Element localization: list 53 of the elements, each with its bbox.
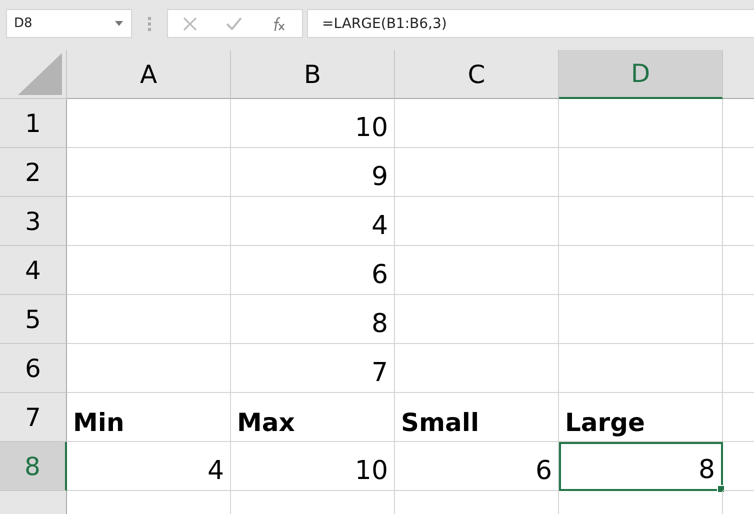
table-cell[interactable] [395,295,559,344]
cancel-icon[interactable] [182,16,197,30]
row-header[interactable]: 4 [0,246,67,295]
table-cell[interactable]: 9 [231,148,395,197]
table-cell[interactable]: Max [231,393,395,442]
row-header[interactable]: 8 [0,442,67,491]
table-cell[interactable] [395,344,559,393]
table-cell[interactable]: Small [395,393,559,442]
table-cell[interactable]: 4 [231,197,395,246]
table-cell[interactable]: 6 [395,442,559,491]
table-cell[interactable] [67,246,231,295]
table-cell[interactable] [559,295,723,344]
column-header[interactable]: B [231,50,395,99]
select-all-icon[interactable] [18,53,62,95]
row-header[interactable]: 2 [0,148,67,197]
table-cell[interactable]: 4 [67,442,231,491]
table-cell[interactable] [395,197,559,246]
row-header[interactable]: 7 [0,393,67,442]
column-header[interactable] [723,50,754,99]
table-cell[interactable] [67,197,231,246]
function-icon[interactable] [271,16,288,32]
table-cell[interactable]: 10 [231,442,395,491]
row-header[interactable]: 5 [0,295,67,344]
table-cell[interactable] [559,246,723,295]
formula-field[interactable]: =LARGE(B1:B6,3) [307,9,754,38]
table-cell[interactable] [67,148,231,197]
table-cell[interactable] [67,99,231,148]
table-cell[interactable] [395,99,559,148]
table-cell[interactable]: 10 [231,99,395,148]
table-cell[interactable] [67,344,231,393]
check-icon[interactable] [226,17,242,30]
table-cell[interactable]: Min [67,393,231,442]
table-cell[interactable] [559,197,723,246]
table-cell[interactable]: 8 [559,442,723,491]
table-cell[interactable] [559,148,723,197]
table-cell[interactable]: 6 [231,246,395,295]
table-cell[interactable]: 8 [231,295,395,344]
row-header[interactable]: 6 [0,344,67,393]
table-cell[interactable]: 7 [231,344,395,393]
column-header[interactable]: C [395,50,559,99]
drag-handle-icon[interactable] [148,16,151,30]
table-cell[interactable] [559,99,723,148]
name-box[interactable]: D8 [6,9,132,38]
table-cell[interactable] [395,148,559,197]
column-header[interactable]: A [67,50,231,99]
table-cell[interactable] [559,344,723,393]
row-header[interactable]: 3 [0,197,67,246]
caret-icon [115,21,123,26]
table-cell[interactable]: Large [559,393,723,442]
column-header[interactable]: D [559,50,723,99]
table-cell[interactable] [395,246,559,295]
table-cell[interactable] [67,295,231,344]
row-header[interactable]: 1 [0,99,67,148]
